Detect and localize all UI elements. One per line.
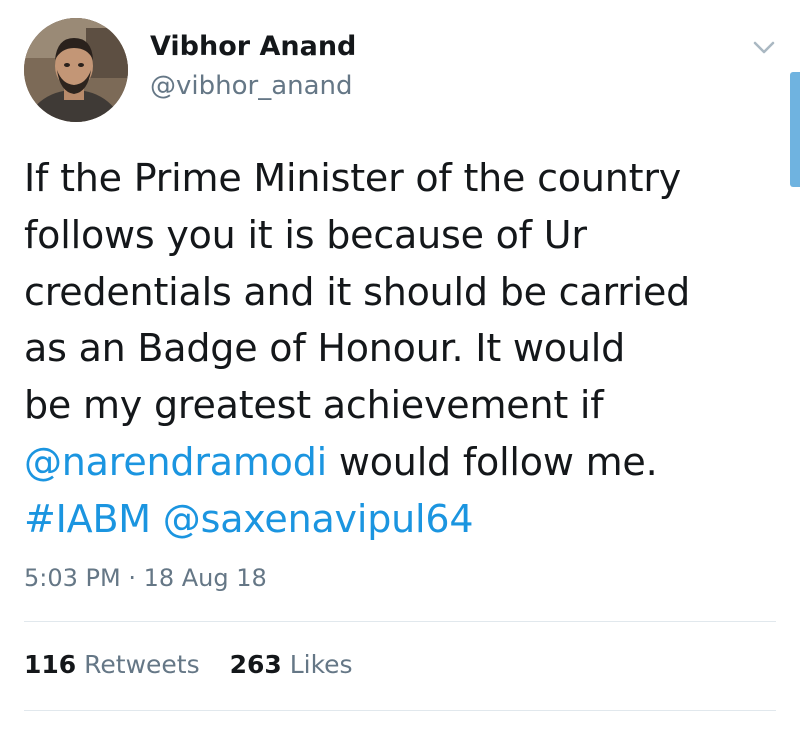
tweet-text: If the Prime Minister of the country fol… <box>24 150 784 548</box>
retweets-stat[interactable]: 116 Retweets <box>24 645 200 685</box>
retweets-label: Retweets <box>84 650 200 679</box>
divider <box>24 710 776 711</box>
tweet-card: Vibhor Anand @vibhor_anand If the Prime … <box>0 0 800 729</box>
tweet-text-line: follows you it is because of Ur <box>24 212 587 257</box>
avatar[interactable] <box>24 18 128 122</box>
hashtag-link[interactable]: #IABM <box>24 497 151 541</box>
likes-count: 263 <box>229 650 282 679</box>
tweet-text-segment: would follow me. <box>327 439 658 484</box>
user-handle[interactable]: @vibhor_anand <box>150 66 356 106</box>
tweet-text-line: credentials and it should be carried <box>24 269 691 314</box>
tweet-stats: 116 Retweets 263 Likes <box>24 645 375 685</box>
tweet-text-line: If the Prime Minister of the country <box>24 156 682 200</box>
user-info: Vibhor Anand @vibhor_anand <box>150 28 356 106</box>
display-name[interactable]: Vibhor Anand <box>150 28 356 66</box>
tweet-text-segment <box>151 497 163 541</box>
scroll-indicator[interactable] <box>790 72 800 187</box>
likes-stat[interactable]: 263 Likes <box>230 645 353 685</box>
mention-link[interactable]: @saxenavipul64 <box>163 497 474 541</box>
profile-photo-icon <box>24 18 128 122</box>
tweet-text-line: be my greatest achievement if <box>24 383 604 428</box>
tweet-text-line: #IABM @saxenavipul64 <box>24 491 784 548</box>
tweet-text-line: @narendramodi would follow me. <box>24 434 784 491</box>
tweet-timestamp[interactable]: 5:03 PM · 18 Aug 18 <box>24 558 267 598</box>
tweet-text-line: as an Badge of Honour. It would <box>24 326 625 371</box>
mention-link[interactable]: @narendramodi <box>24 440 327 484</box>
likes-label: Likes <box>289 650 353 679</box>
retweets-count: 116 <box>24 650 77 679</box>
chevron-down-icon[interactable] <box>750 36 778 58</box>
divider <box>24 621 776 622</box>
